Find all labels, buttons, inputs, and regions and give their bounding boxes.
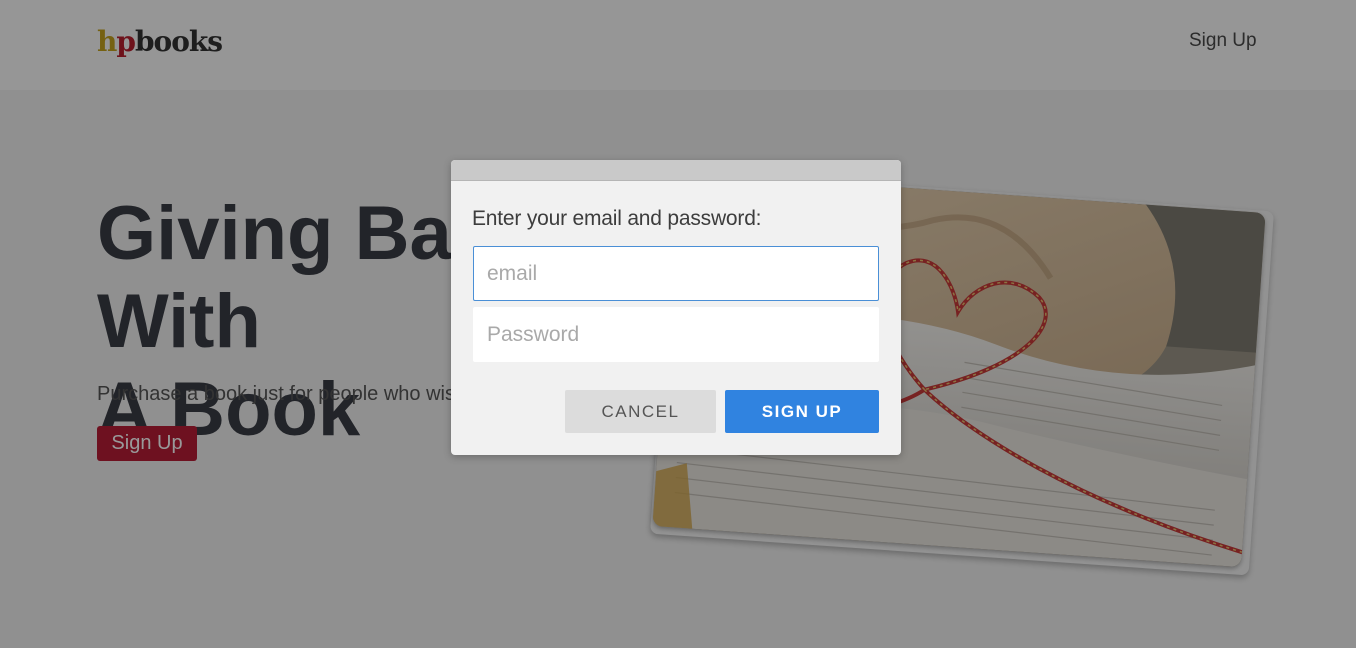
password-field[interactable] bbox=[473, 307, 879, 362]
signup-modal: Enter your email and password: CANCEL SI… bbox=[451, 160, 901, 455]
cancel-button[interactable]: CANCEL bbox=[565, 390, 716, 433]
signup-submit-button[interactable]: SIGN UP bbox=[725, 390, 879, 433]
modal-prompt-text: Enter your email and password: bbox=[472, 207, 762, 230]
email-field[interactable] bbox=[473, 246, 879, 301]
modal-header-bar bbox=[451, 160, 901, 181]
